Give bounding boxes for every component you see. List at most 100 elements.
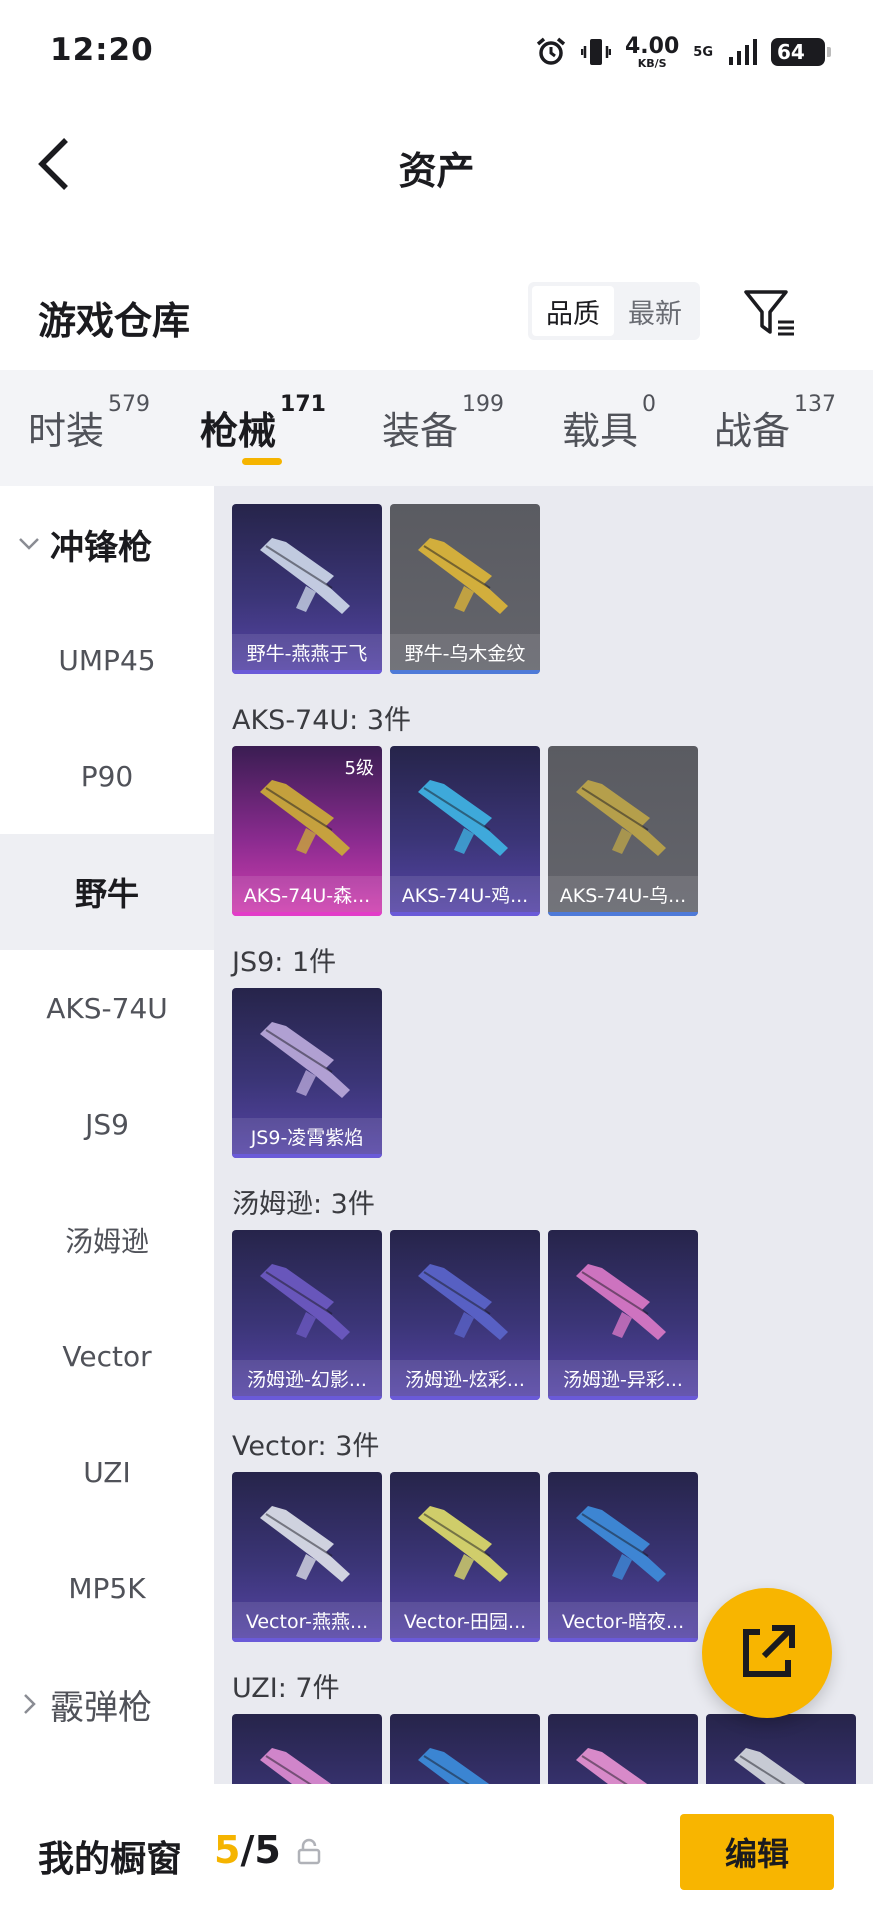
vibrate-icon [581,39,611,65]
weapon-skin-image [418,1264,508,1340]
section-title: UZI: 7件 [232,1673,340,1704]
tab-supplies[interactable]: 战备137 [714,370,836,486]
skin-card[interactable]: 汤姆逊-炫彩... [390,1230,540,1400]
skin-card[interactable]: 汤姆逊-幻影... [232,1230,382,1400]
weapon-skin-image [418,538,508,614]
sidebar-item-p90[interactable]: P90 [0,718,214,834]
showcase-label: 我的橱窗 [38,1839,183,1880]
skin-grid: 汤姆逊-幻影... 汤姆逊-炫彩... 汤姆逊-异彩... [232,1230,698,1400]
sidebar-group-shotgun[interactable]: 霰弹枪 [0,1646,214,1762]
weapon-skin-image [418,780,508,856]
weapon-skin-image [576,1506,666,1582]
sidebar-item-mp5k[interactable]: MP5K [0,1530,214,1646]
weapon-skin-image [260,1506,350,1582]
edit-button[interactable]: 编辑 [680,1814,834,1890]
rarity-strip [548,912,698,916]
skin-card[interactable] [548,1714,698,1784]
skin-name: 汤姆逊-炫彩... [390,1360,540,1396]
skin-name: AKS-74U-鸡... [390,876,540,912]
category-tabs: 时装579 枪械171 装备199 载具0 战备137 [0,370,873,486]
skin-card[interactable]: Vector-燕燕... [232,1472,382,1642]
skin-card[interactable] [706,1714,856,1784]
tab-weapons[interactable]: 枪械171 [200,370,326,486]
warehouse-title: 游戏仓库 [38,299,191,343]
rarity-strip [548,1638,698,1642]
skin-name: AKS-74U-乌... [548,876,698,912]
weapon-skin-image [418,1506,508,1582]
share-icon [743,1625,795,1677]
section-title: JS9: 1件 [232,947,337,978]
section-title: AKS-74U: 3件 [232,705,412,736]
weapon-skin-image [734,1748,806,1784]
skin-grid: 5级 AKS-74U-森... AKS-74U-鸡... AKS-74U-乌... [232,746,698,916]
weapon-skin-image [260,1022,350,1098]
sidebar-group-smg[interactable]: 冲锋枪 [0,486,214,602]
page-header: 资产 [0,110,873,220]
skin-card[interactable]: AKS-74U-鸡... [390,746,540,916]
rarity-strip [232,1638,382,1642]
skin-name: Vector-田园... [390,1602,540,1638]
skin-card[interactable]: 汤姆逊-异彩... [548,1230,698,1400]
skin-grid: JS9-凌霄紫焰 [232,988,382,1158]
sidebar-item-bizon[interactable]: 野牛 [0,834,214,950]
sidebar-item-js9[interactable]: JS9 [0,1066,214,1182]
filter-icon[interactable] [742,286,798,342]
skin-name: Vector-燕燕... [232,1602,382,1638]
rarity-strip [548,1396,698,1400]
rarity-strip [390,1638,540,1642]
network-type: 5G [693,44,713,60]
rarity-strip [232,1154,382,1158]
lock-icon [297,1838,321,1865]
skin-name: 野牛-乌木金纹 [390,634,540,670]
skin-card[interactable]: Vector-田园... [390,1472,540,1642]
sidebar-group-label: 冲锋枪 [50,527,152,568]
skin-card[interactable]: JS9-凌霄紫焰 [232,988,382,1158]
skin-name: Vector-暗夜... [548,1602,698,1638]
skin-name: 汤姆逊-异彩... [548,1360,698,1396]
showcase-bar: 我的橱窗 5/5 编辑 [0,1784,873,1920]
sidebar-item-uzi[interactable]: UZI [0,1414,214,1530]
rarity-strip [232,1396,382,1400]
skin-card[interactable]: 野牛-燕燕于飞 [232,504,382,674]
sidebar-item-ump45[interactable]: UMP45 [0,602,214,718]
sidebar-item-vector[interactable]: Vector [0,1298,214,1414]
tab-equipment[interactable]: 装备199 [382,370,504,486]
skin-card[interactable]: Vector-暗夜... [548,1472,698,1642]
warehouse-header: 游戏仓库 品质 最新 [0,270,873,370]
weapon-skin-image [260,1264,350,1340]
weapon-skin-image [260,780,350,856]
weapon-skin-image [576,1264,666,1340]
section-title: 汤姆逊: 3件 [232,1189,375,1220]
rarity-strip [232,912,382,916]
skin-grid: Vector-燕燕... Vector-田园... Vector-暗夜... [232,1472,698,1642]
sort-quality-button[interactable]: 品质 [532,286,614,336]
skin-card[interactable]: 5级 AKS-74U-森... [232,746,382,916]
tab-vehicles[interactable]: 载具0 [562,370,656,486]
sidebar-item-aks74u[interactable]: AKS-74U [0,950,214,1066]
weapon-skin-image [576,1748,648,1784]
skin-name: AKS-74U-森... [232,876,382,912]
chevron-down-icon [19,538,39,550]
sort-toggle: 品质 最新 [528,282,700,340]
weapon-type-sidebar: 冲锋枪 UMP45 P90 野牛 AKS-74U JS9 汤姆逊 Vector … [0,486,214,1784]
skin-grid: 野牛-燕燕于飞 野牛-乌木金纹 [232,504,540,674]
skin-card[interactable]: 野牛-乌木金纹 [390,504,540,674]
skin-card[interactable]: AKS-74U-乌... [548,746,698,916]
rarity-strip [390,1396,540,1400]
skin-grid [232,1714,856,1784]
status-time: 12:20 [50,32,154,68]
rarity-strip [232,670,382,674]
sidebar-group-label: 霰弹枪 [50,1687,152,1728]
skin-card[interactable] [232,1714,382,1784]
status-icons: 4.00 KB/S 5G 64 [535,28,831,76]
weapon-skin-image [418,1748,490,1784]
tab-fashion[interactable]: 时装579 [28,370,150,486]
skin-card[interactable] [390,1714,540,1784]
signal-icon [729,39,757,65]
skin-name: 汤姆逊-幻影... [232,1360,382,1396]
network-speed: 4.00 KB/S [625,33,680,70]
rarity-strip [390,670,540,674]
sidebar-item-thompson[interactable]: 汤姆逊 [0,1182,214,1298]
sort-newest-button[interactable]: 最新 [614,286,696,336]
share-fab-button[interactable] [702,1588,832,1718]
